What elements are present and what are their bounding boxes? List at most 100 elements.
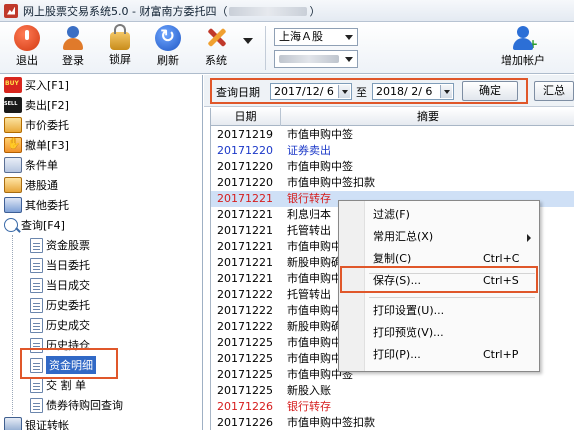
tree-item-history-trades[interactable]: 历史成交	[30, 315, 90, 335]
chevron-down-icon	[345, 35, 353, 40]
tree-item-history-orders[interactable]: 历史委托	[30, 295, 90, 315]
tools-icon	[203, 25, 229, 51]
start-date-picker[interactable]: 2017/12/ 6	[270, 83, 352, 100]
lock-icon	[110, 24, 130, 50]
cell-summary: 市值申购中签扣款	[287, 176, 375, 189]
tree-item-today-trades[interactable]: 当日成交	[30, 275, 90, 295]
masked-account-number	[279, 55, 339, 63]
tree-item-bank-transfer[interactable]: 银证转帐	[4, 415, 69, 430]
cell-summary: 市值申购中签扣款	[287, 416, 375, 429]
tree-connector-line	[12, 235, 13, 415]
tree-item-hk-connect[interactable]: 港股通	[4, 175, 58, 195]
cell-date: 20171220	[217, 176, 273, 189]
refresh-label: 刷新	[157, 54, 179, 67]
tree-item-query[interactable]: 查询[F4]	[4, 215, 65, 235]
cell-summary: 利息归本	[287, 208, 331, 221]
cell-summary: 证券卖出	[287, 144, 331, 157]
menu-item-common-summary[interactable]: 常用汇总(X)	[365, 227, 539, 247]
tree-item-label: 撤单[F3]	[25, 139, 69, 152]
tree-item-label: 卖出[F2]	[25, 99, 69, 112]
add-account-button[interactable]: + 增加帐户	[488, 25, 558, 71]
system-dropdown-arrow-icon[interactable]	[243, 38, 253, 44]
query-magnifier-icon	[4, 218, 18, 232]
tree-item-bond-repurchase-query[interactable]: 债券待购回查询	[30, 395, 123, 415]
toolbar: 退出 登录 锁屏 刷新 系统 上海Ａ股 + 增加帐户	[0, 22, 574, 74]
refresh-button[interactable]: 刷新	[148, 25, 188, 71]
login-button[interactable]: 登录	[53, 25, 93, 71]
conditional-order-icon	[4, 157, 22, 173]
table-row[interactable]: 20171220 证券卖出	[211, 143, 574, 159]
document-icon	[30, 257, 43, 273]
tree-item-market-order[interactable]: 市价委托	[4, 115, 69, 135]
tree-item-funds-stocks[interactable]: 资金股票	[30, 235, 90, 255]
table-row[interactable]: 20171226 市值申购中签扣款	[211, 415, 574, 430]
tree-item-today-orders[interactable]: 当日委托	[30, 255, 90, 275]
cell-summary: 新股入账	[287, 384, 331, 397]
summary-button[interactable]: 汇总	[534, 81, 574, 101]
tree-item-label: 条件单	[25, 159, 58, 172]
account-select[interactable]	[274, 50, 358, 68]
menu-item-label: 打印(P)...	[373, 348, 421, 361]
cell-date: 20171226	[217, 400, 273, 413]
menu-item-print-setup[interactable]: 打印设置(U)...	[365, 301, 539, 321]
calendar-dropdown-icon[interactable]	[338, 85, 350, 98]
menu-item-shortcut: Ctrl+P	[483, 348, 519, 361]
document-icon	[30, 397, 43, 413]
tree-item-label: 其他委托	[25, 199, 69, 212]
fund-details-highlight-box	[20, 348, 118, 379]
tree-item-label: 港股通	[25, 179, 58, 192]
system-label: 系统	[205, 54, 227, 67]
calendar-dropdown-icon[interactable]	[440, 85, 452, 98]
menu-item-filter[interactable]: 过滤(F)	[365, 205, 539, 225]
cancel-order-icon	[4, 137, 22, 153]
table-row[interactable]: 20171220 市值申购中签扣款	[211, 175, 574, 191]
buy-icon	[4, 77, 22, 93]
bank-transfer-icon	[4, 417, 22, 430]
end-date-picker[interactable]: 2018/ 2/ 6	[372, 83, 454, 100]
tree-item-label: 资金股票	[46, 239, 90, 252]
lock-screen-button[interactable]: 锁屏	[100, 24, 140, 71]
cell-date: 20171219	[217, 128, 273, 141]
table-row[interactable]: 20171219 市值申购中签	[211, 127, 574, 143]
cell-date: 20171221	[217, 256, 273, 269]
market-select[interactable]: 上海Ａ股	[274, 28, 358, 46]
cell-date: 20171221	[217, 208, 273, 221]
app-chart-icon	[4, 3, 18, 18]
add-user-icon: +	[510, 25, 538, 51]
system-button[interactable]: 系统	[196, 25, 236, 71]
menu-item-print-preview[interactable]: 打印预览(V)...	[365, 323, 539, 343]
tree-item-other-order[interactable]: 其他委托	[4, 195, 69, 215]
user-login-icon	[60, 25, 86, 51]
market-order-icon	[4, 117, 22, 133]
exit-button[interactable]: 退出	[7, 25, 47, 71]
toolbar-separator	[265, 26, 266, 70]
tree-item-buy[interactable]: 买入[F1]	[4, 75, 69, 95]
cell-date: 20171225	[217, 336, 273, 349]
table-row[interactable]: 20171220 市值申购中签	[211, 159, 574, 175]
column-header-summary[interactable]: 摘要	[281, 108, 574, 126]
tree-item-sell[interactable]: 卖出[F2]	[4, 95, 69, 115]
exit-label: 退出	[16, 54, 38, 67]
table-row[interactable]: 20171225 新股入账	[211, 383, 574, 399]
menu-item-label: 打印设置(U)...	[373, 304, 445, 317]
start-date-value: 2017/12/ 6	[274, 85, 334, 98]
tree-item-label: 历史委托	[46, 299, 90, 312]
power-icon	[14, 25, 40, 51]
add-account-label: 增加帐户	[501, 54, 545, 67]
confirm-button[interactable]: 确定	[462, 81, 518, 101]
tree-item-label: 市价委托	[25, 119, 69, 132]
lock-label: 锁屏	[109, 53, 131, 66]
tree-item-conditional-order[interactable]: 条件单	[4, 155, 58, 175]
menu-item-print[interactable]: 打印(P)... Ctrl+P	[365, 345, 539, 365]
column-header-date[interactable]: 日期	[211, 108, 281, 126]
masked-account-name	[229, 7, 308, 16]
cell-date: 20171221	[217, 224, 273, 237]
sell-icon	[4, 97, 22, 113]
cell-summary: 托管转出	[287, 224, 331, 237]
tree-item-label: 银证转帐	[25, 419, 69, 430]
query-bar: 查询日期 2017/12/ 6 至 2018/ 2/ 6 确定 汇总	[204, 75, 574, 107]
query-date-label: 查询日期	[216, 86, 260, 99]
cell-date: 20171220	[217, 144, 273, 157]
table-row[interactable]: 20171226 银行转存	[211, 399, 574, 415]
tree-item-cancel-order[interactable]: 撤单[F3]	[4, 135, 69, 155]
